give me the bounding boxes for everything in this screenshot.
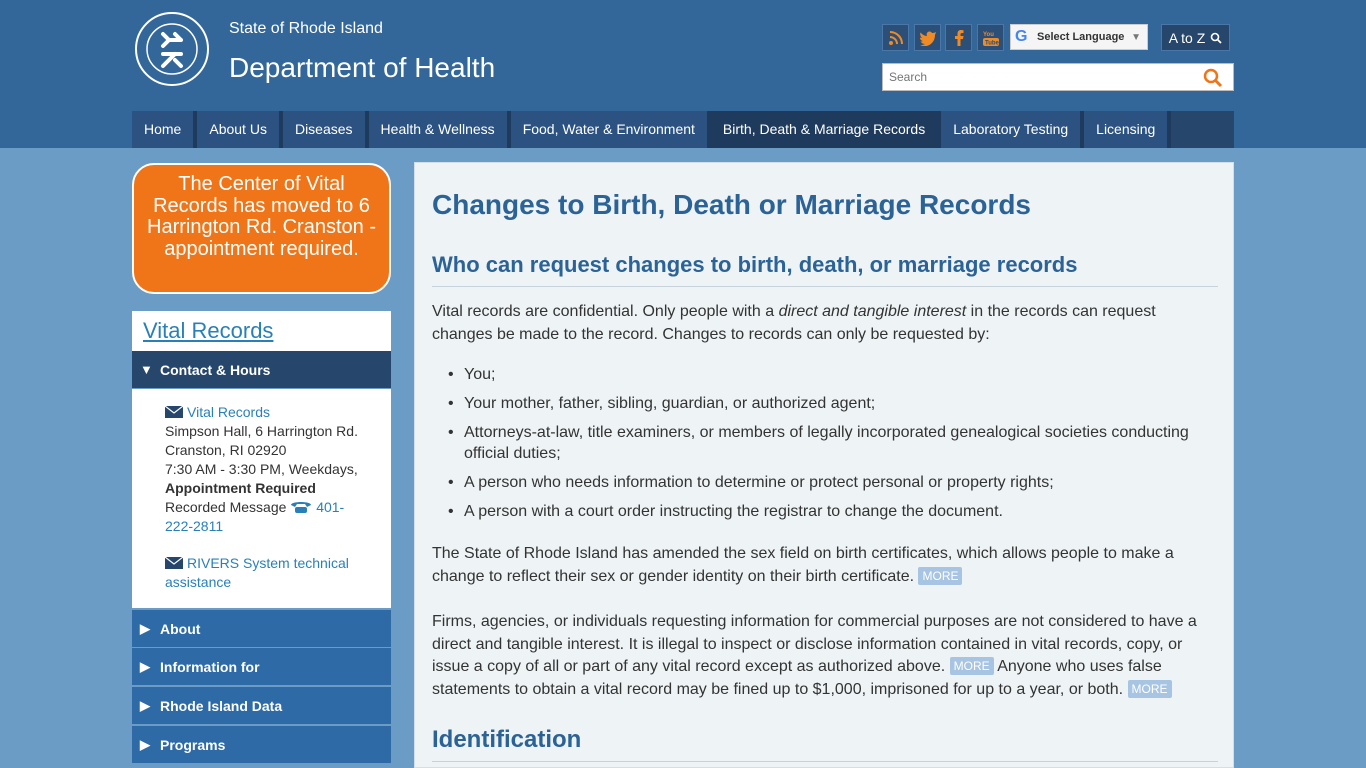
sidebar-title-box: Vital Records <box>132 311 391 351</box>
hours-line: 7:30 AM - 3:30 PM, Weekdays, <box>165 461 358 477</box>
more-button[interactable]: MORE <box>949 657 994 675</box>
triangle-down-icon: ▼ <box>140 362 153 377</box>
a-to-z-button[interactable]: A to Z <box>1161 24 1230 51</box>
language-select-label: Select Language <box>1037 31 1125 43</box>
language-select[interactable]: G Select Language ▼ <box>1010 24 1148 50</box>
sidebar-title-link[interactable]: Vital Records <box>143 318 273 344</box>
triangle-right-icon: ▶ <box>140 620 150 636</box>
appointment-required: Appointment Required <box>165 480 316 496</box>
search-box <box>882 63 1234 91</box>
rivers-support-link[interactable]: RIVERS System technical assistance <box>165 555 349 590</box>
rss-icon[interactable] <box>882 24 909 51</box>
triangle-right-icon: ▶ <box>140 697 150 713</box>
nav-item-laboratory-testing[interactable]: Laboratory Testing <box>941 111 1085 148</box>
svg-text:Tube: Tube <box>985 40 999 46</box>
envelope-icon <box>165 557 183 569</box>
nav-item-about-us[interactable]: About Us <box>197 111 283 148</box>
intro-emphasis: direct and tangible interest <box>778 303 967 320</box>
list-item: A person who needs information to determ… <box>448 473 1208 494</box>
sex-field-paragraph: The State of Rhode Island has amended th… <box>432 543 1218 588</box>
triangle-right-icon: ▶ <box>140 658 150 674</box>
list-item: Attorneys-at-law, title examiners, or me… <box>448 423 1208 464</box>
main-nav: Home About Us Diseases Health & Wellness… <box>132 111 1234 148</box>
nav-item-birth-death-marriage-records[interactable]: Birth, Death & Marriage Records <box>710 111 942 148</box>
address-line1: Simpson Hall, 6 Harrington Rd. <box>165 423 358 439</box>
youtube-icon[interactable]: You Tube <box>977 24 1004 51</box>
divider <box>432 761 1218 762</box>
requesters-list: You; Your mother, father, sibling, guard… <box>448 365 1208 531</box>
svg-text:You: You <box>983 32 994 38</box>
divider <box>432 286 1218 287</box>
sidebar-section-label: About <box>160 620 201 637</box>
nav-item-home[interactable]: Home <box>132 111 198 148</box>
search-icon <box>1210 32 1222 44</box>
contact-hours-label: Contact & Hours <box>160 361 271 378</box>
sidebar-section-label: Programs <box>160 736 226 753</box>
sidebar-section-label: Rhode Island Data <box>160 697 283 714</box>
sidebar-section-about[interactable]: ▶ About <box>132 610 391 647</box>
nav-item-licensing[interactable]: Licensing <box>1084 111 1172 148</box>
twitter-icon[interactable] <box>914 24 941 51</box>
section-heading-identification: Identification <box>432 726 582 753</box>
triangle-right-icon: ▶ <box>140 736 150 752</box>
a-to-z-label: A to Z <box>1168 29 1206 46</box>
list-item: Your mother, father, sibling, guardian, … <box>448 394 1208 415</box>
facebook-icon[interactable] <box>945 24 972 51</box>
address-line2: Cranston, RI 02920 <box>165 442 287 458</box>
section-heading-who-can-request: Who can request changes to birth, death,… <box>432 252 1078 277</box>
chevron-down-icon: ▼ <box>1131 31 1141 43</box>
sidebar-section-information-for[interactable]: ▶ Information for <box>132 648 391 685</box>
list-item: A person with a court order instructing … <box>448 502 1208 523</box>
contact-box: Vital Records Simpson Hall, 6 Harrington… <box>132 389 391 608</box>
nav-item-diseases[interactable]: Diseases <box>282 111 369 148</box>
intro-paragraph: Vital records are confidential. Only peo… <box>432 301 1218 346</box>
phone-label: Recorded Message <box>165 499 287 515</box>
search-input[interactable] <box>883 64 1193 90</box>
more-button[interactable]: MORE <box>918 566 963 585</box>
sidebar-section-label: Information for <box>160 658 260 675</box>
main-content: Changes to Birth, Death or Marriage Reco… <box>414 162 1234 768</box>
state-name[interactable]: State of Rhode Island <box>229 20 383 38</box>
vital-records-email-link[interactable]: Vital Records <box>187 404 270 420</box>
list-item: You; <box>448 365 1208 386</box>
page-title: Changes to Birth, Death or Marriage Reco… <box>432 189 1032 220</box>
nav-item-food-water-environment[interactable]: Food, Water & Environment <box>510 111 711 148</box>
more-button[interactable]: MORE <box>1127 679 1172 698</box>
nav-item-health-wellness[interactable]: Health & Wellness <box>368 111 511 148</box>
relocation-notice-banner[interactable]: The Center of Vital Records has moved to… <box>132 163 391 294</box>
envelope-icon <box>165 406 183 418</box>
google-icon: G <box>1015 28 1028 45</box>
commercial-requests-paragraph: Firms, agencies, or individuals requesti… <box>432 611 1218 701</box>
intro-text: Vital records are confidential. Only peo… <box>432 303 779 320</box>
phone-icon <box>291 502 312 513</box>
search-icon[interactable] <box>1203 68 1223 88</box>
rhode-island-health-seal-logo[interactable] <box>133 10 211 88</box>
sex-field-text: The State of Rhode Island has amended th… <box>432 545 1174 585</box>
sidebar-section-rhode-island-data[interactable]: ▶ Rhode Island Data <box>132 687 391 724</box>
sidebar-section-programs[interactable]: ▶ Programs <box>132 726 391 763</box>
department-name[interactable]: Department of Health <box>229 52 495 84</box>
contact-hours-toggle[interactable]: ▼ Contact & Hours <box>132 351 391 388</box>
